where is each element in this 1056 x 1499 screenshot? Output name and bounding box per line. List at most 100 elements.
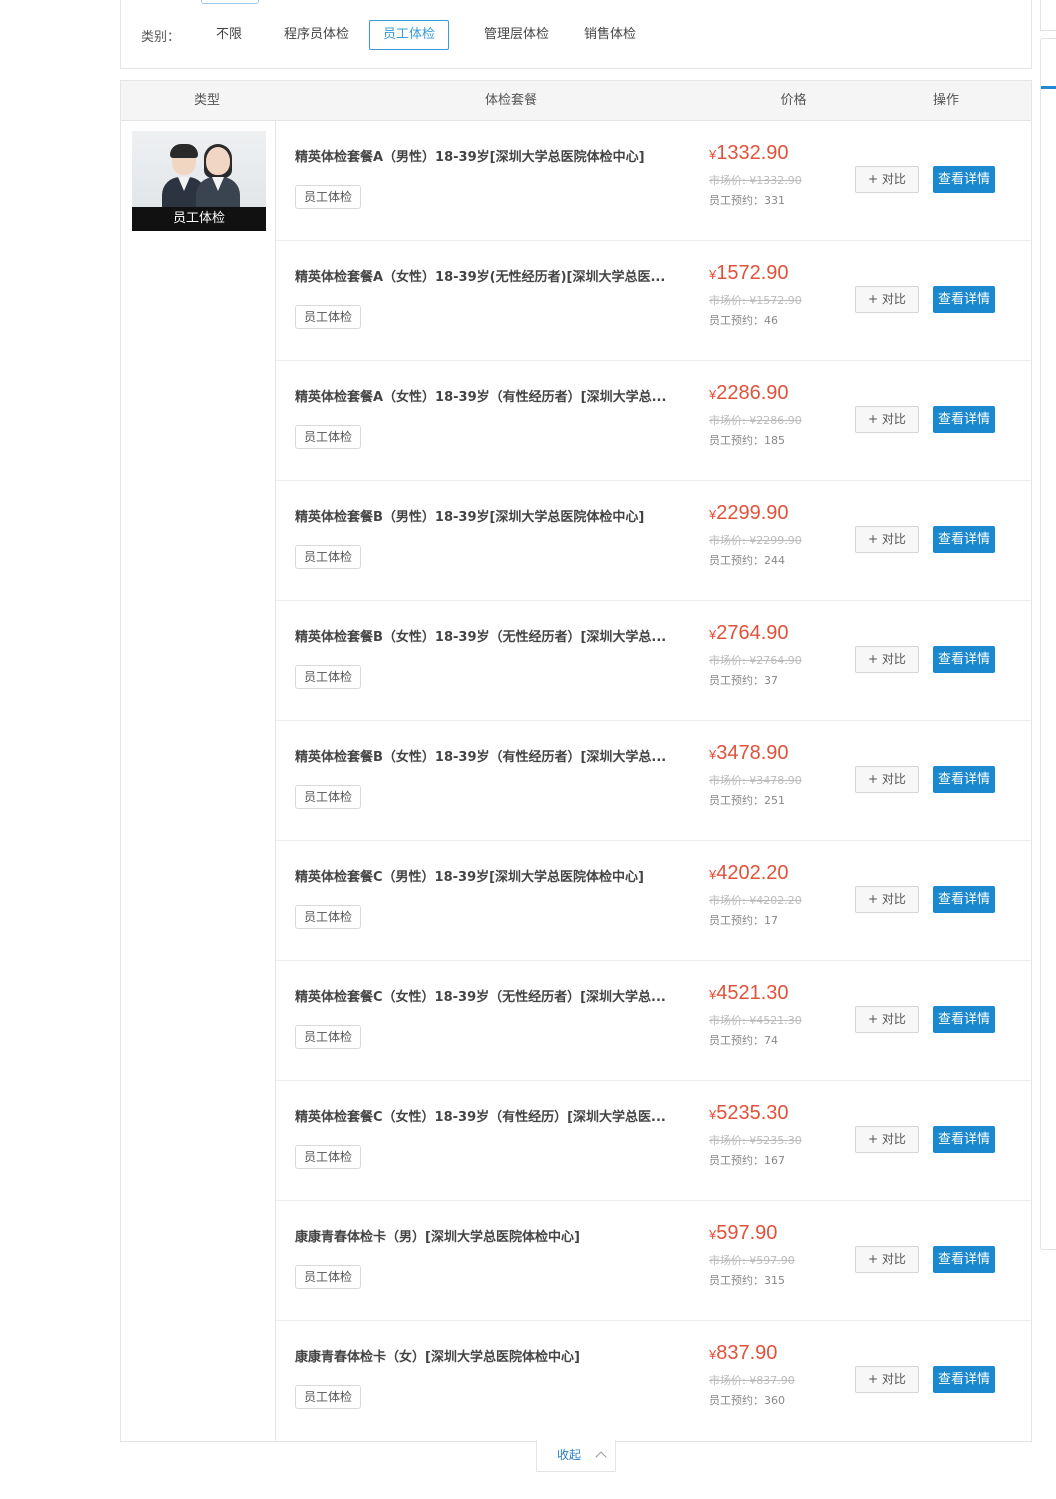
booking-count: 员工预约：315 bbox=[709, 1274, 785, 1287]
plus-icon: + bbox=[868, 1372, 882, 1386]
package-name[interactable]: 精英体检套餐C（女性）18-39岁（有性经历）[深圳大学总医... bbox=[295, 1106, 690, 1125]
plus-icon: + bbox=[868, 1252, 882, 1266]
compare-button[interactable]: + 对比 bbox=[855, 1006, 919, 1033]
side-panel-accent bbox=[1041, 86, 1056, 89]
plus-icon: + bbox=[868, 772, 882, 786]
booking-count: 员工预约：167 bbox=[709, 1154, 785, 1167]
collapse-button[interactable]: 收起 bbox=[536, 1440, 616, 1472]
view-details-button[interactable]: 查看详情 bbox=[933, 1006, 995, 1033]
view-details-button[interactable]: 查看详情 bbox=[933, 1246, 995, 1273]
view-details-button[interactable]: 查看详情 bbox=[933, 526, 995, 553]
package-price: ¥1332.90 bbox=[709, 142, 789, 165]
compare-button[interactable]: + 对比 bbox=[855, 1246, 919, 1273]
filter-option-all[interactable]: 不限 bbox=[202, 20, 256, 50]
compare-button[interactable]: + 对比 bbox=[855, 1366, 919, 1393]
filter-option-programmer[interactable]: 程序员体检 bbox=[270, 20, 363, 50]
package-name[interactable]: 精英体检套餐C（男性）18-39岁[深圳大学总医院体检中心] bbox=[295, 866, 690, 885]
filter-tab-stub bbox=[201, 0, 259, 4]
compare-label: 对比 bbox=[881, 1012, 906, 1026]
package-name[interactable]: 精英体检套餐A（女性）18-39岁（有性经历者）[深圳大学总... bbox=[295, 386, 690, 405]
booking-count: 员工预约：37 bbox=[709, 674, 778, 687]
package-name[interactable]: 精英体检套餐B（男性）18-39岁[深圳大学总医院体检中心] bbox=[295, 506, 690, 525]
view-details-button[interactable]: 查看详情 bbox=[933, 1366, 995, 1393]
compare-button[interactable]: + 对比 bbox=[855, 526, 919, 553]
compare-button[interactable]: + 对比 bbox=[855, 166, 919, 193]
header-package: 体检套餐 bbox=[484, 93, 537, 108]
view-details-button[interactable]: 查看详情 bbox=[933, 766, 995, 793]
market-price: 市场价: ¥5235.30 bbox=[709, 1134, 802, 1147]
booking-count: 员工预约：331 bbox=[709, 194, 785, 207]
booking-count: 员工预约：17 bbox=[709, 914, 778, 927]
filter-option-employee[interactable]: 员工体检 bbox=[369, 20, 450, 50]
price-value: 837.90 bbox=[716, 1342, 778, 1364]
package-name[interactable]: 精英体检套餐B（女性）18-39岁（有性经历者）[深圳大学总... bbox=[295, 746, 690, 765]
package-tag: 员工体检 bbox=[295, 785, 362, 809]
compare-button[interactable]: + 对比 bbox=[855, 1126, 919, 1153]
collapse-label: 收起 bbox=[557, 1448, 582, 1462]
booking-count: 员工预约：244 bbox=[709, 554, 785, 567]
view-details-button[interactable]: 查看详情 bbox=[933, 646, 995, 673]
chevron-up-icon bbox=[595, 1451, 607, 1463]
package-price: ¥2764.90 bbox=[709, 622, 789, 645]
female-figure-image bbox=[196, 144, 240, 207]
compare-label: 对比 bbox=[881, 652, 906, 666]
compare-label: 对比 bbox=[881, 532, 906, 546]
view-details-button[interactable]: 查看详情 bbox=[933, 406, 995, 433]
view-details-button[interactable]: 查看详情 bbox=[933, 286, 995, 313]
type-card-caption: 员工体检 bbox=[132, 207, 266, 231]
package-price: ¥3478.90 bbox=[709, 742, 789, 765]
compare-label: 对比 bbox=[881, 172, 906, 186]
market-price: 市场价: ¥2286.90 bbox=[709, 414, 802, 427]
booking-count: 员工预约：74 bbox=[709, 1034, 778, 1047]
table-row: 康康青春体检卡（女）[深圳大学总医院体检中心] 员工体检 ¥837.90 市场价: ¥… bbox=[276, 1321, 1031, 1440]
table-row: 精英体检套餐C（女性）18-39岁（有性经历）[深圳大学总医... 员工体检 ¥52… bbox=[276, 1081, 1031, 1201]
package-tag: 员工体检 bbox=[295, 545, 362, 569]
compare-button[interactable]: + 对比 bbox=[855, 406, 919, 433]
package-name[interactable]: 精英体检套餐A（男性）18-39岁[深圳大学总医院体检中心] bbox=[295, 146, 690, 165]
side-widget-top bbox=[1040, 0, 1056, 31]
compare-button[interactable]: + 对比 bbox=[855, 886, 919, 913]
package-name[interactable]: 精英体检套餐B（女性）18-39岁（无性经历者）[深圳大学总... bbox=[295, 626, 690, 645]
plus-icon: + bbox=[868, 1012, 882, 1026]
package-price: ¥4202.20 bbox=[709, 862, 789, 885]
compare-label: 对比 bbox=[881, 892, 906, 906]
market-price: 市场价: ¥2764.90 bbox=[709, 654, 802, 667]
category-filter-panel: 类别： 不限 程序员体检 员工体检 管理层体检 销售体检 bbox=[120, 0, 1032, 69]
package-rows: 精英体检套餐A（男性）18-39岁[深圳大学总医院体检中心] 员工体检 ¥1332.… bbox=[276, 121, 1031, 1440]
table-row: 精英体检套餐C（女性）18-39岁（无性经历者）[深圳大学总... 员工体检 ¥45… bbox=[276, 961, 1031, 1081]
filter-option-sales[interactable]: 销售体检 bbox=[570, 20, 650, 50]
package-tag: 员工体检 bbox=[295, 905, 362, 929]
package-tag: 员工体检 bbox=[295, 305, 362, 329]
table-row: 精英体检套餐A（女性）18-39岁（有性经历者）[深圳大学总... 员工体检 ¥22… bbox=[276, 361, 1031, 481]
plus-icon: + bbox=[868, 892, 882, 906]
package-tag: 员工体检 bbox=[295, 425, 362, 449]
view-details-button[interactable]: 查看详情 bbox=[933, 166, 995, 193]
package-name[interactable]: 精英体检套餐A（女性）18-39岁(无性经历者)[深圳大学总医... bbox=[295, 266, 690, 285]
plus-icon: + bbox=[868, 652, 882, 666]
compare-button[interactable]: + 对比 bbox=[855, 766, 919, 793]
package-name[interactable]: 康康青春体检卡（男）[深圳大学总医院体检中心] bbox=[295, 1226, 690, 1245]
table-row: 精英体检套餐C（男性）18-39岁[深圳大学总医院体检中心] 员工体检 ¥4202.… bbox=[276, 841, 1031, 961]
package-price: ¥2286.90 bbox=[709, 382, 789, 405]
compare-button[interactable]: + 对比 bbox=[855, 286, 919, 313]
package-tag: 员工体检 bbox=[295, 665, 362, 689]
package-name[interactable]: 康康青春体检卡（女）[深圳大学总医院体检中心] bbox=[295, 1346, 690, 1365]
package-price: ¥4521.30 bbox=[709, 982, 789, 1005]
type-column: 员工体检 bbox=[121, 121, 276, 1441]
price-value: 2299.90 bbox=[716, 502, 789, 524]
compare-button[interactable]: + 对比 bbox=[855, 646, 919, 673]
price-value: 2286.90 bbox=[716, 382, 789, 404]
package-name[interactable]: 精英体检套餐C（女性）18-39岁（无性经历者）[深圳大学总... bbox=[295, 986, 690, 1005]
market-price: 市场价: ¥4521.30 bbox=[709, 1014, 802, 1027]
market-price: 市场价: ¥4202.20 bbox=[709, 894, 802, 907]
view-details-button[interactable]: 查看详情 bbox=[933, 886, 995, 913]
filter-option-management[interactable]: 管理层体检 bbox=[470, 20, 563, 50]
view-details-button[interactable]: 查看详情 bbox=[933, 1126, 995, 1153]
compare-label: 对比 bbox=[881, 1252, 906, 1266]
plus-icon: + bbox=[868, 172, 882, 186]
table-row: 精英体检套餐A（男性）18-39岁[深圳大学总医院体检中心] 员工体检 ¥1332.… bbox=[276, 121, 1031, 241]
side-floating-panel[interactable] bbox=[1040, 38, 1056, 1250]
booking-count: 员工预约：185 bbox=[709, 434, 785, 447]
type-card-employee[interactable]: 员工体检 bbox=[132, 131, 266, 231]
compare-label: 对比 bbox=[881, 1132, 906, 1146]
